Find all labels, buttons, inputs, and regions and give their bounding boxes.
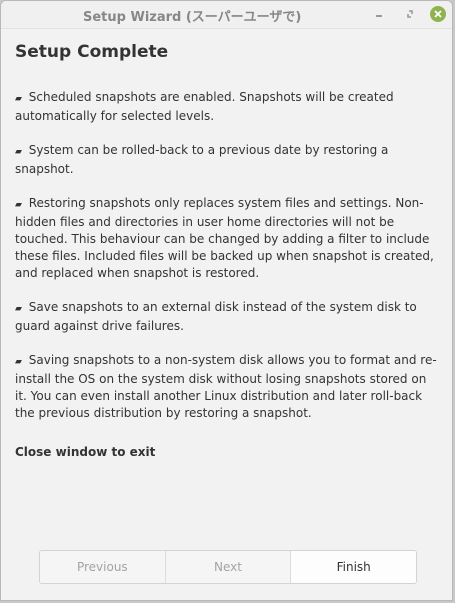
info-paragraph: ▰ Restoring snapshots only replaces syst… [15,196,434,280]
title-bar[interactable]: Setup Wizard (スーパーユーザで) [1,1,452,29]
finish-button[interactable]: Finish [291,551,416,583]
next-button[interactable]: Next [165,551,292,583]
info-paragraph: ▰ Save snapshots to an external disk ins… [15,300,417,333]
setup-wizard-window: Setup Wizard (スーパーユーザで) Setup Complete ▰… [0,0,453,601]
bullet-icon: ▰ [15,147,22,157]
window-title: Setup Wizard (スーパーユーザで) [83,10,302,25]
maximize-icon[interactable] [402,6,418,22]
close-icon[interactable] [430,6,446,22]
page-title: Setup Complete [15,42,169,62]
exit-instruction: Close window to exit [15,445,156,459]
bullet-icon: ▰ [15,357,22,367]
wizard-content: Setup Complete ▰ Scheduled snapshots are… [15,41,440,461]
previous-button[interactable]: Previous [40,551,166,583]
wizard-button-bar: Previous Next Finish [39,550,417,584]
minimize-icon[interactable] [371,6,387,22]
info-paragraph: ▰ System can be rolled-back to a previou… [15,143,389,176]
info-paragraph: ▰ Scheduled snapshots are enabled. Snaps… [15,90,394,123]
bullet-icon: ▰ [15,304,22,314]
bullet-icon: ▰ [15,94,22,104]
bullet-icon: ▰ [15,200,22,210]
info-paragraph: ▰ Saving snapshots to a non-system disk … [15,353,437,420]
